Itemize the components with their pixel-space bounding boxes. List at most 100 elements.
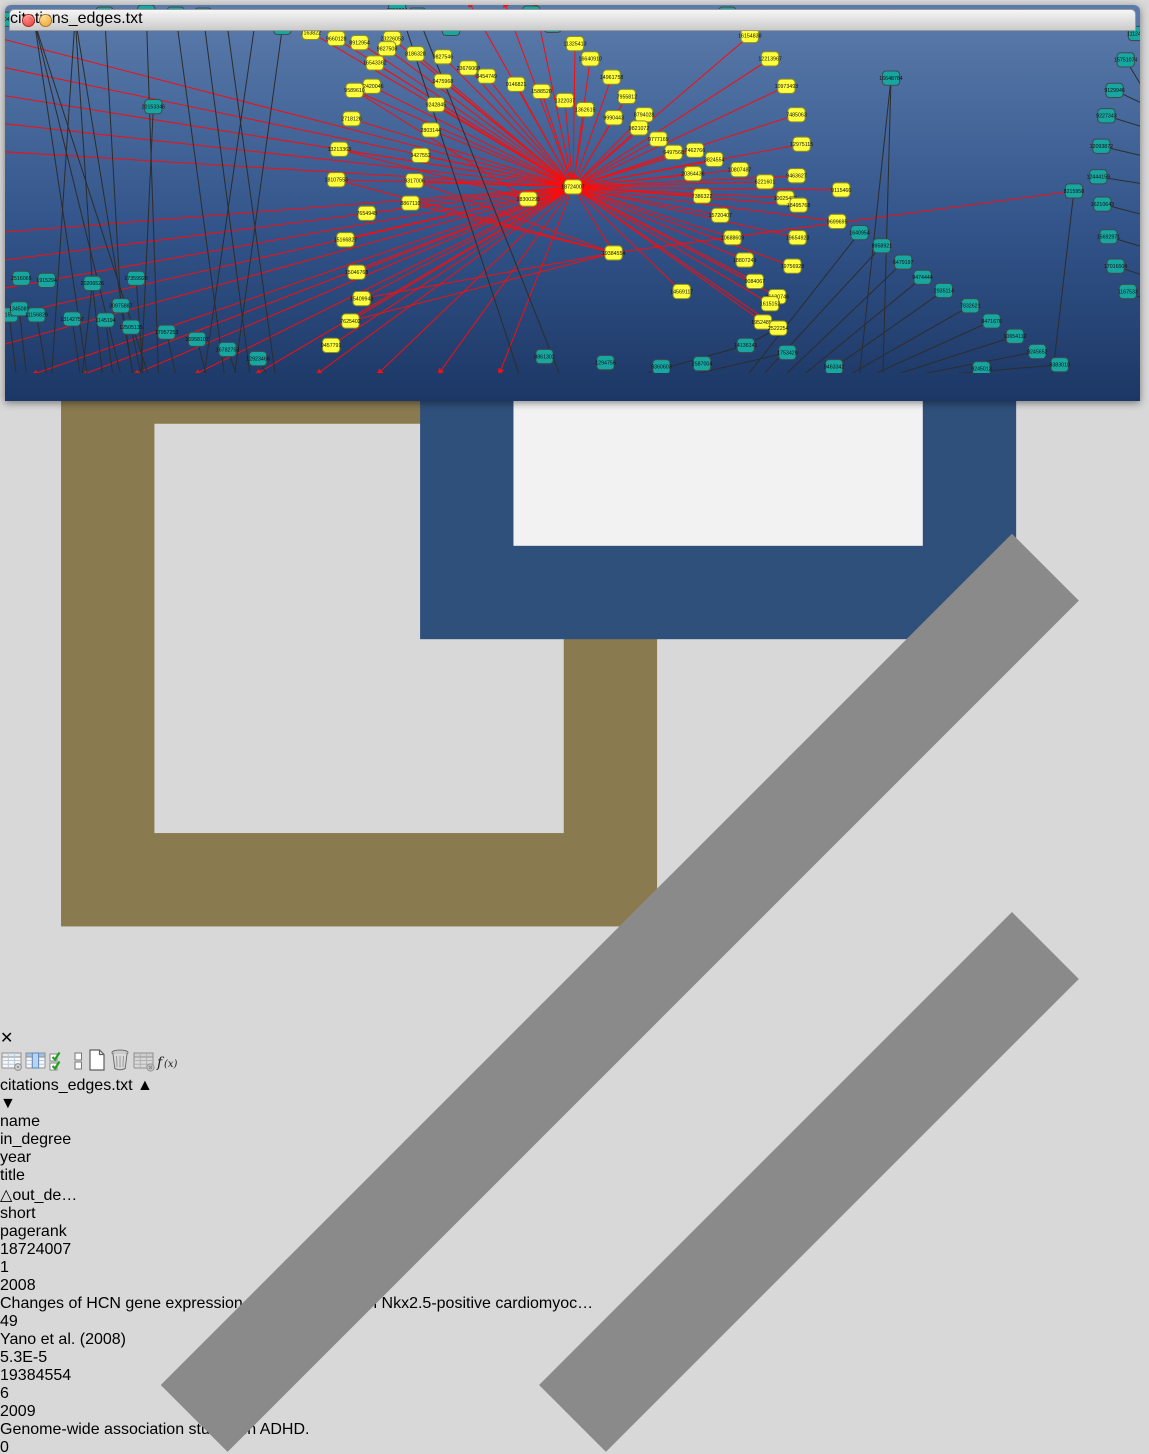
graph-node-1615152[interactable]: 1615152 — [760, 297, 781, 311]
graph-node-14961758[interactable]: 14961758 — [600, 70, 623, 84]
graph-node-16782753[interactable]: 16782753 — [216, 342, 239, 356]
graph-node-8454749[interactable]: 8454749 — [476, 69, 497, 83]
graph-node-9457791[interactable]: 9457791 — [321, 338, 342, 352]
graph-node-14136141[interactable]: 14136141 — [734, 338, 757, 352]
graph-node-15409943[interactable]: 15409943 — [350, 292, 373, 306]
graph-node-19654923[interactable]: 19654923 — [786, 231, 809, 245]
graph-node-12444159[interactable]: 12444159 — [1087, 170, 1110, 184]
graph-node-10688609[interactable]: 10688609 — [721, 231, 744, 245]
graph-node-11156829[interactable]: 11156829 — [25, 308, 48, 322]
graph-node-9463627[interactable]: 9463627 — [786, 169, 807, 183]
graph-node-8958921[interactable]: 8958921 — [872, 239, 893, 253]
graph-node-1294756[interactable]: 1294756 — [595, 356, 616, 370]
graph-node-9242845[interactable]: 9242845 — [426, 97, 447, 111]
graph-node-10973493[interactable]: 10973493 — [775, 79, 798, 93]
graph-node-7462766[interactable]: 7462766 — [685, 143, 706, 157]
graph-node-10807487[interactable]: 10807487 — [728, 162, 751, 176]
close-button[interactable] — [22, 14, 35, 27]
graph-node-7625402[interactable]: 7625402 — [340, 314, 361, 328]
graph-node-15046768[interactable]: 15046768 — [345, 265, 368, 279]
graph-node-9660128[interactable]: 9660128 — [326, 31, 347, 45]
graph-node-17016504[interactable]: 17016504 — [1104, 259, 1127, 273]
graph-node-9589610[interactable]: 9589610 — [344, 83, 365, 97]
graph-node-19756928[interactable]: 19756928 — [781, 259, 804, 273]
graph-node-18495768[interactable]: 18495768 — [787, 198, 810, 212]
resize-grip[interactable] — [5, 378, 1140, 1454]
graph-node-16958107[interactable]: 16958107 — [185, 332, 208, 346]
graph-node-18300295[interactable]: 18300295 — [517, 192, 540, 206]
graph-node-9360603[interactable]: 9360603 — [651, 360, 672, 373]
graph-node-11325413[interactable]: 11325413 — [564, 36, 587, 50]
graph-node-1640954[interactable]: 1640954 — [849, 225, 870, 239]
graph-node-9463342[interactable]: 9463342 — [824, 360, 845, 373]
graph-node-9383010[interactable]: 9383010 — [1049, 358, 1070, 372]
network-canvas[interactable]: 2046521140557122089140693605081065328715… — [5, 5, 1140, 1454]
graph-node-1588520[interactable]: 1588520 — [531, 84, 552, 98]
graph-node-9474444[interactable]: 9474444 — [912, 270, 933, 284]
graph-node-20153346[interactable]: 20153346 — [142, 99, 165, 113]
graph-node-9245013[interactable]: 9245013 — [971, 362, 992, 373]
graph-node-15720407[interactable]: 15720407 — [709, 208, 732, 222]
graph-node-9146821[interactable]: 9146821 — [506, 77, 527, 91]
graph-node-8794028[interactable]: 8794028 — [634, 108, 655, 122]
graph-node-19384554[interactable]: 19384554 — [602, 246, 625, 260]
graph-node-9777169[interactable]: 9777169 — [648, 132, 669, 146]
graph-node-15692971[interactable]: 15692971 — [1097, 230, 1120, 244]
graph-node-8861302[interactable]: 8861302 — [534, 349, 555, 363]
graph-node-7386322[interactable]: 7386322 — [692, 189, 713, 203]
graph-node-9990443[interactable]: 9990443 — [603, 111, 624, 125]
graph-node-9227343[interactable]: 9227343 — [1096, 109, 1117, 123]
graph-node-2718126[interactable]: 2718126 — [341, 112, 362, 126]
graph-node-2935114[interactable]: 2935114 — [934, 283, 954, 297]
graph-node-8215958[interactable]: 8215958 — [1064, 184, 1085, 198]
graph-node-20364436[interactable]: 20364436 — [681, 167, 704, 181]
graph-node-16640910[interactable]: 16640910 — [579, 52, 602, 66]
graph-node-15166827[interactable]: 15166827 — [334, 233, 357, 247]
graph-node-9699695[interactable]: 9699695 — [827, 214, 848, 228]
network-window-titlebar[interactable]: citations_edges.txt — [9, 9, 1136, 31]
graph-node-16543362[interactable]: 16543362 — [363, 56, 386, 70]
graph-node-9084067[interactable]: 9084067 — [745, 274, 766, 288]
graph-node-20206526[interactable]: 20206526 — [81, 276, 104, 290]
graph-node-17359928[interactable]: 17359928 — [124, 271, 147, 285]
graph-node-8912954[interactable]: 8912954 — [349, 35, 370, 49]
graph-node-9827546[interactable]: 9827546 — [433, 50, 454, 64]
network-window[interactable]: citations_edges.txt 20465211405571220891… — [5, 5, 1140, 401]
minimize-button[interactable] — [39, 14, 52, 27]
graph-node-3824554[interactable]: 3824554 — [704, 152, 725, 166]
graph-node-12505135[interactable]: 12505135 — [119, 320, 142, 334]
graph-node-18107553[interactable]: 18107553 — [325, 173, 348, 187]
graph-node-14569117[interactable]: 14569117 — [670, 284, 693, 298]
graph-node-2522254[interactable]: 2522254 — [768, 321, 789, 335]
graph-node-16210643[interactable]: 16210643 — [1091, 197, 1114, 211]
graph-node-1145194[interactable]: 1145194 — [96, 313, 116, 327]
graph-node-18724007[interactable]: 18724007 — [561, 180, 584, 194]
graph-node-10654112[interactable]: 10654112 — [1003, 329, 1026, 343]
graph-node-7832621[interactable]: 7832621 — [960, 299, 981, 313]
graph-node-2516065[interactable]: 2516065 — [11, 271, 32, 285]
graph-node-6221601[interactable]: 6221601 — [755, 175, 776, 189]
graph-node-2803144[interactable]: 2803144 — [420, 123, 441, 137]
graph-node-18807249[interactable]: 18807249 — [733, 253, 756, 267]
graph-node-9245652[interactable]: 9245652 — [1027, 344, 1048, 358]
graph-node-9115460[interactable]: 9115460 — [831, 183, 851, 197]
graph-node-7955812[interactable]: 7955812 — [617, 89, 638, 103]
graph-node-1753426[interactable]: 1753426 — [777, 345, 798, 359]
graph-node-12923468[interactable]: 12923468 — [246, 351, 269, 365]
graph-node-12213967[interactable]: 12213967 — [758, 52, 781, 66]
graph-node-9475968[interactable]: 9475968 — [433, 74, 454, 88]
graph-node-1167533[interactable]: 1167533 — [1118, 284, 1138, 298]
graph-node-9827508[interactable]: 9827508 — [377, 42, 398, 56]
graph-node-7485063[interactable]: 7485063 — [786, 108, 807, 122]
graph-node-1362615[interactable]: 1362615 — [575, 103, 596, 117]
graph-node-9129946[interactable]: 9129946 — [1104, 83, 1125, 97]
graph-node-12975115[interactable]: 12975115 — [790, 137, 813, 151]
graph-node-7654948[interactable]: 7654948 — [356, 206, 377, 220]
graph-node-16648784[interactable]: 16648784 — [879, 71, 902, 85]
graph-node-13142757[interactable]: 13142757 — [60, 312, 83, 326]
graph-node-30975887[interactable]: 30975887 — [109, 299, 132, 313]
graph-node-1915294[interactable]: 1915294 — [36, 273, 57, 287]
graph-node-8867110[interactable]: 8867110 — [400, 196, 420, 210]
graph-node-3427552[interactable]: 3427552 — [410, 148, 431, 162]
graph-node-6479197[interactable]: 6479197 — [893, 255, 914, 269]
